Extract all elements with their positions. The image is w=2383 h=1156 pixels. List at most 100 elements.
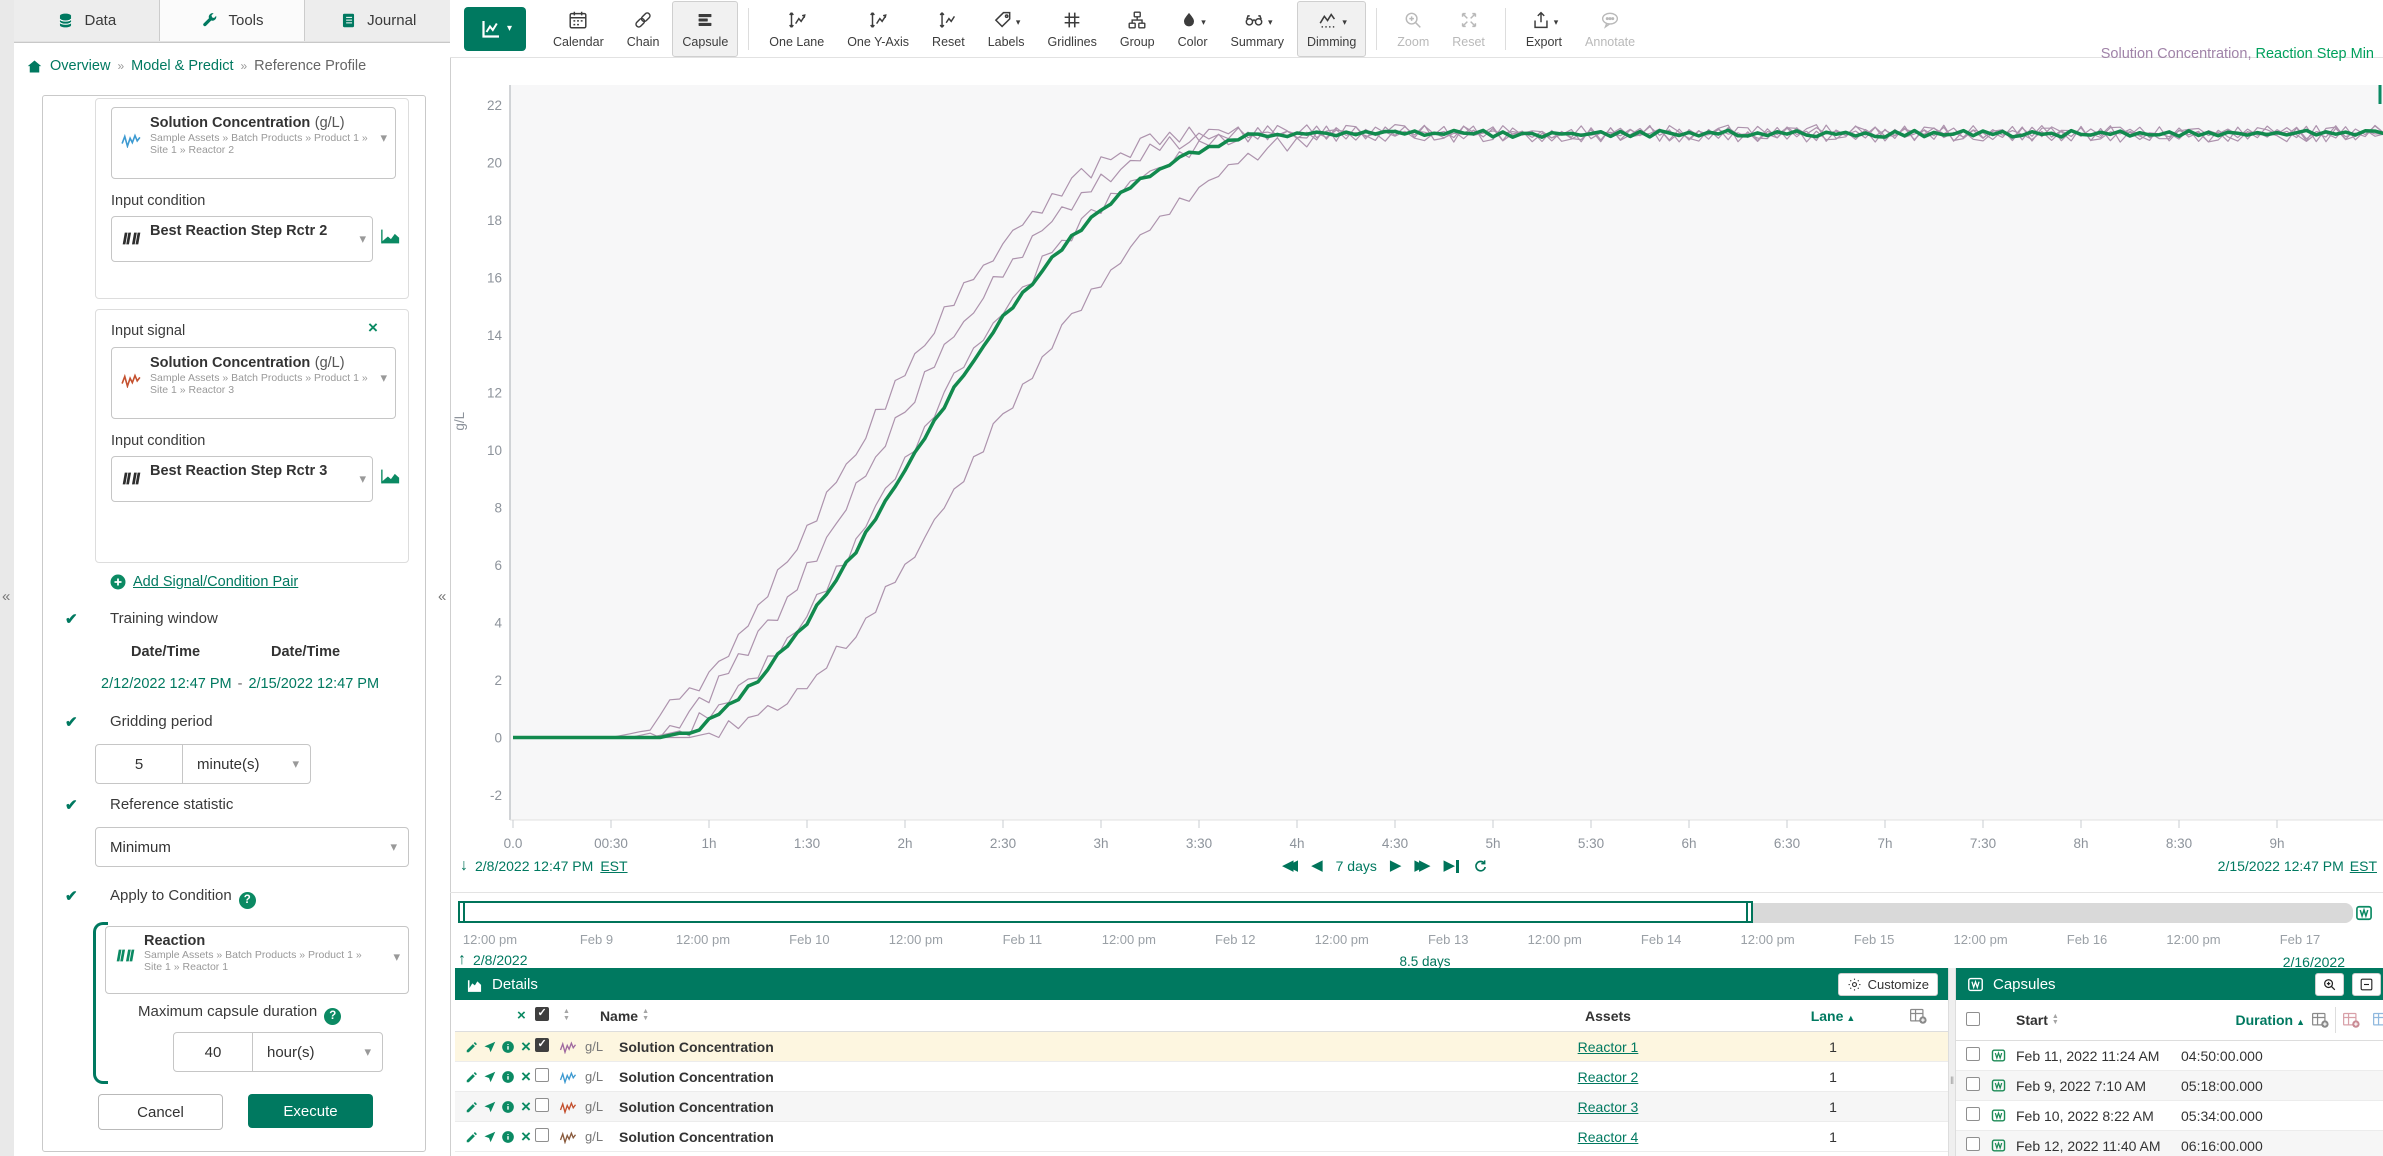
edit-pencil-icon[interactable] — [463, 1040, 481, 1054]
apply-condition-select[interactable]: Reaction Sample Assets » Batch Products … — [105, 926, 409, 994]
details-row-reactor-4[interactable]: × g/L Solution Concentration Reactor 4 1 — [455, 1122, 1948, 1152]
add-signal-column-icon[interactable] — [2341, 1011, 2361, 1029]
execute-button[interactable]: Execute — [248, 1094, 373, 1128]
info-icon[interactable] — [499, 1100, 517, 1114]
left-collapse-rail[interactable]: « — [0, 0, 15, 1156]
range-end-value[interactable]: 2/15/2022 12:47 PM — [2218, 858, 2344, 874]
toolbar-button-reset-zoom[interactable]: Reset — [1442, 1, 1495, 57]
toolbar-button-group[interactable]: Group — [1110, 1, 1165, 57]
range-start-value[interactable]: 2/8/2022 12:47 PM — [475, 858, 593, 874]
training-end-value[interactable]: 2/15/2022 12:47 PM — [248, 676, 379, 692]
info-icon[interactable] — [499, 1130, 517, 1144]
timeline-right-handle[interactable] — [1746, 901, 1753, 923]
select-all-checkbox[interactable] — [535, 1007, 549, 1021]
collapse-left-icon[interactable]: « — [2, 588, 10, 605]
details-row-reactor-3[interactable]: × g/L Solution Concentration Reactor 3 1 — [455, 1092, 1948, 1122]
help-icon[interactable]: ? — [324, 1008, 341, 1025]
toolbar-button-zoom[interactable]: Zoom — [1387, 1, 1439, 57]
remove-icon[interactable]: × — [517, 1040, 535, 1054]
capsule-row-1[interactable]: Feb 11, 2022 11:24 AM 04:50:00.000 — [1956, 1041, 2383, 1071]
toolbar-button-one-y-axis[interactable]: One Y-Axis — [837, 1, 919, 57]
zoom-capsules-button[interactable] — [2315, 973, 2344, 996]
remove-icon[interactable]: × — [517, 1130, 535, 1144]
breadcrumb-model-predict[interactable]: Model & Predict — [131, 58, 233, 74]
input-signal-select-2[interactable]: Solution Concentration (g/L) Sample Asse… — [111, 347, 396, 419]
info-icon[interactable] — [499, 1040, 517, 1054]
sort-icon[interactable]: ▲▼ — [2052, 1014, 2059, 1027]
add-column-icon[interactable] — [2310, 1011, 2330, 1029]
add-property-column-icon[interactable] — [2371, 1011, 2383, 1029]
remove-icon[interactable]: × — [517, 1070, 535, 1084]
row-checkbox[interactable] — [1966, 1107, 1980, 1121]
row-checkbox[interactable] — [535, 1068, 549, 1082]
panel-splitter[interactable]: ‖ — [1948, 968, 1956, 1156]
toolbar-button-export[interactable]: ▾Export — [1516, 1, 1572, 57]
collapse-capsules-button[interactable] — [2352, 973, 2381, 996]
step-back-icon[interactable]: ◀ — [1311, 859, 1323, 873]
name-cell[interactable]: Solution Concentration — [619, 1039, 1458, 1055]
toolbar-button-capsule[interactable]: Capsule — [672, 1, 738, 57]
edit-pencil-icon[interactable] — [463, 1100, 481, 1114]
gridding-unit-select[interactable]: minute(s)▾ — [182, 744, 311, 784]
range-start-timezone[interactable]: EST — [600, 858, 627, 874]
row-checkbox[interactable] — [1966, 1137, 1980, 1151]
collapse-sidebar-icon[interactable]: « — [438, 588, 446, 605]
toolbar-button-gridlines[interactable]: Gridlines — [1038, 1, 1107, 57]
name-cell[interactable]: Solution Concentration — [619, 1069, 1458, 1085]
toolbar-button-summary[interactable]: ▾Summary — [1221, 1, 1294, 57]
help-icon[interactable]: ? — [239, 892, 256, 909]
input-signal-select-1[interactable]: Solution Concentration (g/L) Sample Asse… — [111, 107, 396, 179]
step-to-end-icon[interactable]: ▶ — [1444, 859, 1459, 873]
training-start-value[interactable]: 2/12/2022 12:47 PM — [101, 676, 232, 692]
row-checkbox[interactable] — [535, 1098, 549, 1112]
row-checkbox[interactable] — [535, 1128, 549, 1142]
toolbar-button-annotate[interactable]: Annotate — [1575, 1, 1645, 57]
cancel-button[interactable]: Cancel — [98, 1094, 223, 1130]
capsule-row-2[interactable]: Feb 9, 2022 7:10 AM 05:18:00.000 — [1956, 1071, 2383, 1101]
sort-icon[interactable]: ▲▼ — [563, 1009, 570, 1022]
send-plane-icon[interactable] — [481, 1040, 499, 1054]
send-plane-icon[interactable] — [481, 1070, 499, 1084]
customize-button[interactable]: Customize — [1838, 973, 1938, 996]
max-duration-unit-select[interactable]: hour(s)▾ — [252, 1032, 383, 1072]
duration-column-header[interactable]: Duration▲ — [2236, 1012, 2305, 1028]
step-back-large-icon[interactable]: ◀◀ — [1282, 859, 1298, 873]
toolbar-button-chain[interactable]: Chain — [617, 1, 670, 57]
asset-tree-icon[interactable] — [380, 467, 401, 486]
asset-tree-icon[interactable] — [380, 227, 401, 246]
send-plane-icon[interactable] — [481, 1130, 499, 1144]
toolbar-button-dimming[interactable]: ▾Dimming — [1297, 1, 1366, 57]
lane-column-header[interactable]: Lane▲ — [1758, 1008, 1908, 1024]
tab-data[interactable]: Data — [14, 0, 160, 41]
add-column-icon[interactable] — [1908, 1007, 1948, 1025]
sort-icon[interactable]: ▲▼ — [642, 1009, 649, 1022]
step-forward-large-icon[interactable]: ▶▶ — [1414, 859, 1430, 873]
start-column-header[interactable]: Start — [2016, 1012, 2048, 1028]
remove-all-icon[interactable]: × — [517, 1009, 535, 1023]
auto-update-icon[interactable] — [1472, 858, 1488, 874]
toolbar-button-color[interactable]: ▾Color — [1168, 1, 1218, 57]
toolbar-button-labels[interactable]: ▾Labels — [978, 1, 1035, 57]
row-checkbox[interactable] — [1966, 1077, 1980, 1091]
details-row-reactor-1[interactable]: × g/L Solution Concentration Reactor 1 1 — [455, 1032, 1948, 1062]
range-end-timezone[interactable]: EST — [2350, 858, 2377, 874]
reference-statistic-select[interactable]: Minimum▾ — [95, 827, 409, 867]
name-cell[interactable]: Solution Concentration — [619, 1129, 1458, 1145]
breadcrumb-overview[interactable]: Overview — [50, 58, 110, 74]
range-start-arrow-icon[interactable]: ↓ — [460, 859, 468, 873]
name-cell[interactable]: Solution Concentration — [619, 1099, 1458, 1115]
edit-pencil-icon[interactable] — [463, 1130, 481, 1144]
name-column-header[interactable]: Name — [600, 1008, 638, 1024]
info-icon[interactable] — [499, 1070, 517, 1084]
remove-pair-icon[interactable]: × — [368, 321, 378, 335]
details-row-reactor-2[interactable]: × g/L Solution Concentration Reactor 2 1 — [455, 1062, 1948, 1092]
capsule-row-3[interactable]: Feb 10, 2022 8:22 AM 05:34:00.000 — [1956, 1101, 2383, 1131]
home-icon[interactable] — [26, 58, 43, 75]
timeline-start-arrow-icon[interactable]: ↑ — [458, 953, 466, 967]
tab-tools[interactable]: Tools — [160, 0, 306, 41]
remove-icon[interactable]: × — [517, 1100, 535, 1114]
view-selector-button[interactable]: ▾ — [464, 7, 526, 51]
toolbar-button-one-lane[interactable]: One Lane — [759, 1, 834, 57]
gridding-value-input[interactable] — [95, 744, 183, 784]
max-duration-value-input[interactable] — [173, 1032, 253, 1072]
